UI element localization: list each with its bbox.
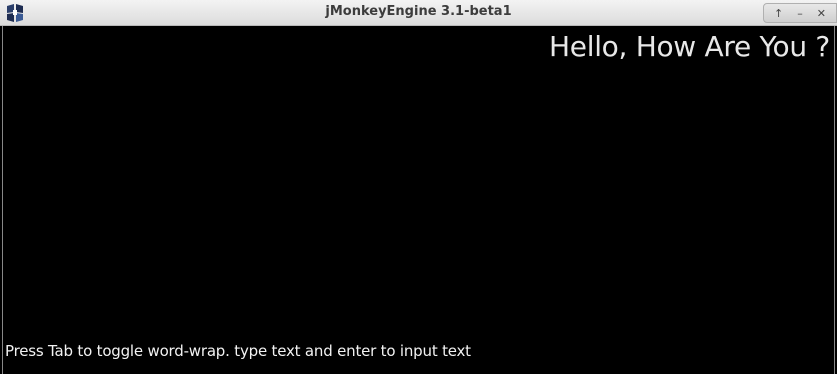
close-icon[interactable]: ✕ — [812, 5, 830, 21]
instruction-text: Press Tab to toggle word-wrap. type text… — [5, 342, 471, 360]
app-window: jMonkeyEngine 3.1-beta1 ↑ – ✕ Hello, How… — [0, 0, 837, 374]
minimize-icon[interactable]: – — [791, 5, 809, 21]
render-viewport[interactable]: Hello, How Are You ? Press Tab to toggle… — [2, 26, 835, 374]
window-controls: ↑ – ✕ — [763, 3, 837, 23]
maximize-icon[interactable]: ↑ — [770, 5, 788, 21]
hello-text-label: Hello, How Are You ? — [549, 30, 830, 63]
title-bar[interactable]: jMonkeyEngine 3.1-beta1 ↑ – ✕ — [0, 0, 837, 26]
window-title: jMonkeyEngine 3.1-beta1 — [325, 4, 512, 19]
